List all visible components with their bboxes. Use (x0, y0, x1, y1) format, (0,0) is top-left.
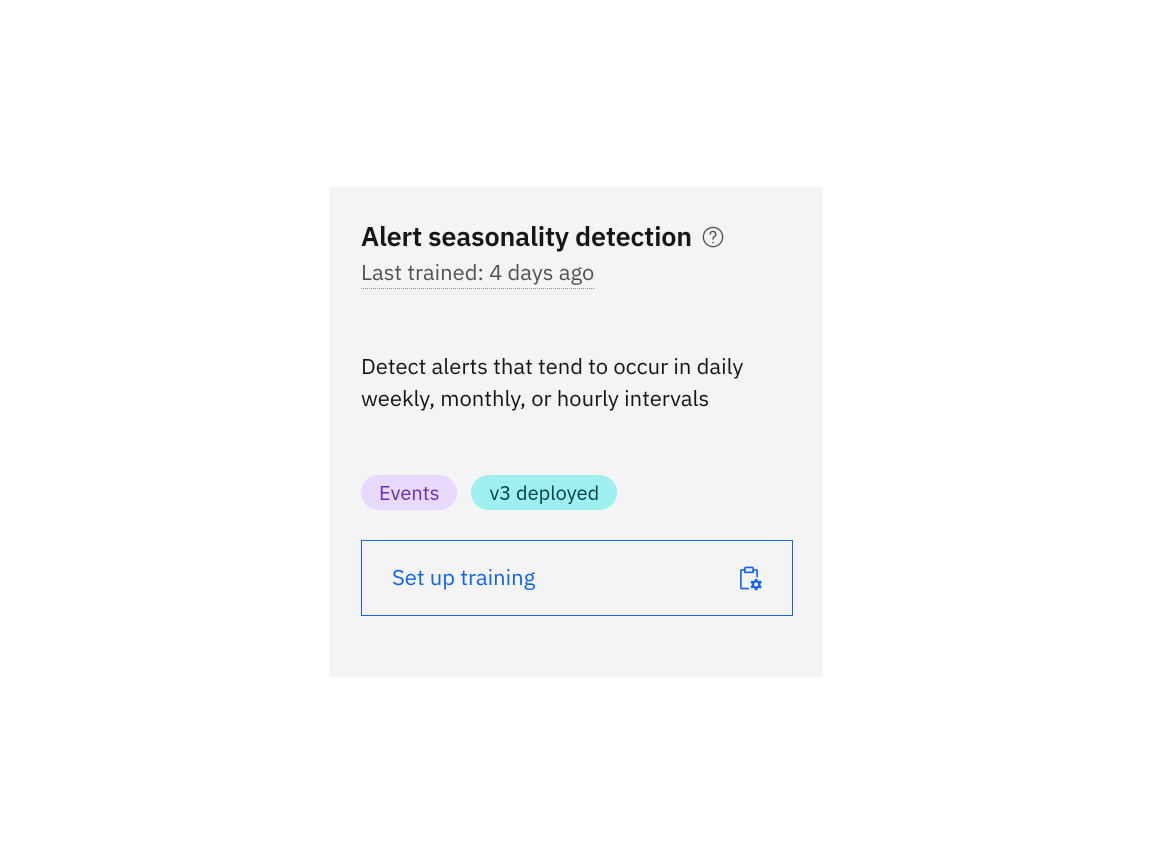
card-header: Alert seasonality detection (361, 219, 791, 254)
tag-container: Events v3 deployed (361, 475, 791, 510)
clipboard-settings-icon (736, 565, 762, 591)
card-description: Detect alerts that tend to occur in dail… (361, 351, 781, 415)
setup-training-label: Set up training (392, 563, 535, 592)
tag-events: Events (361, 475, 457, 510)
tag-deployed: v3 deployed (471, 475, 617, 510)
last-trained-text[interactable]: Last trained: 4 days ago (361, 258, 594, 289)
help-icon[interactable] (702, 226, 724, 248)
setup-training-button[interactable]: Set up training (361, 540, 793, 616)
alert-seasonality-card: Alert seasonality detection Last trained… (329, 187, 823, 677)
card-title: Alert seasonality detection (361, 219, 692, 254)
